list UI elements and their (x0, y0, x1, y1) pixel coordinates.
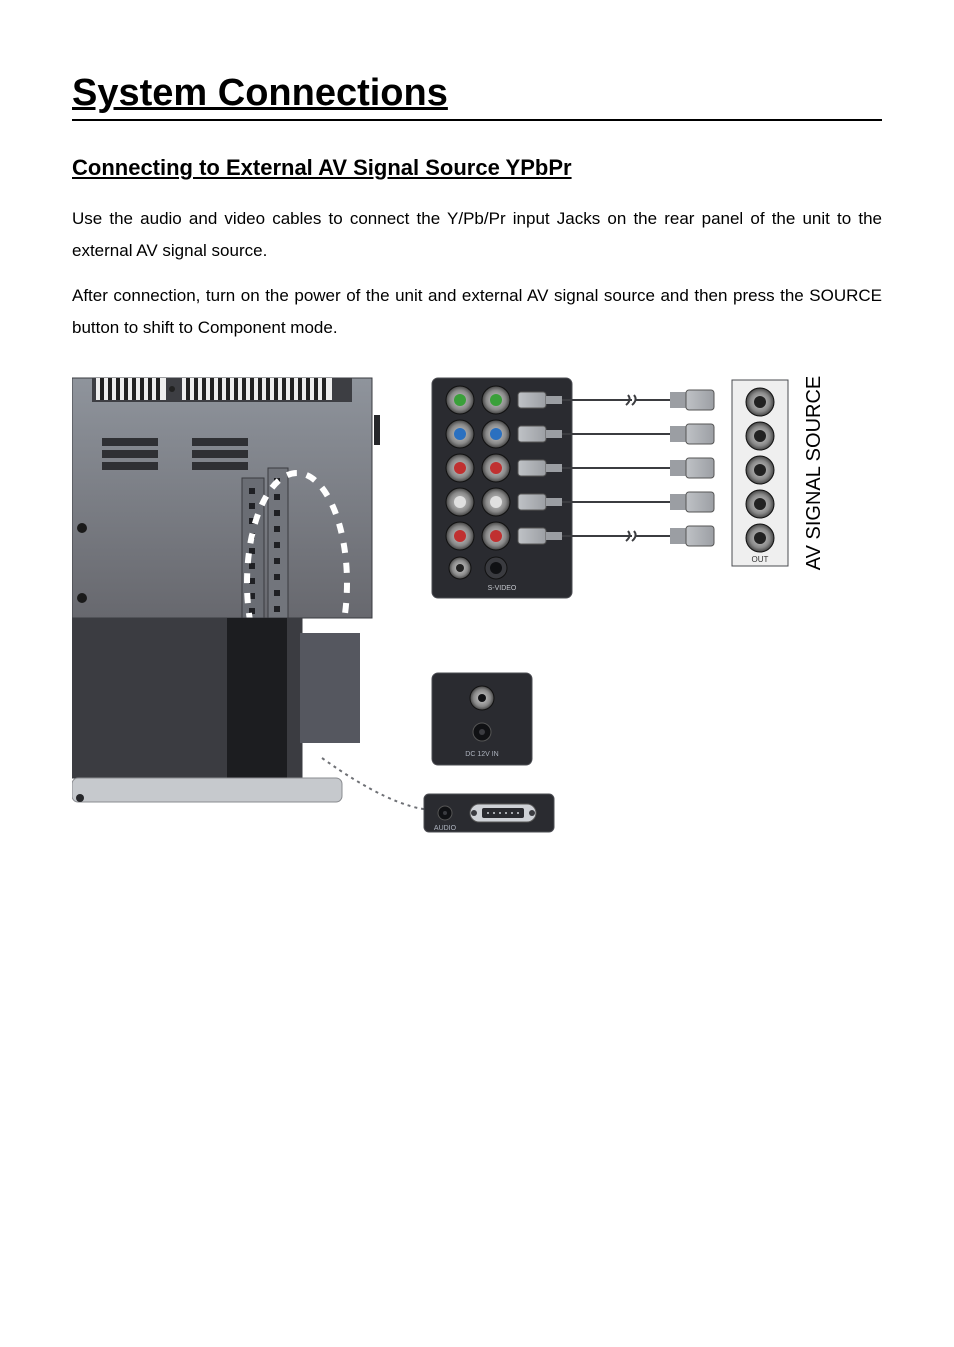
page-title: System Connections (72, 72, 882, 121)
page: System Connections Connecting to Externa… (0, 0, 954, 1347)
tv-stand (72, 618, 440, 814)
tv-bottom-io: AUDIO (424, 794, 554, 832)
audio-label: AUDIO (434, 825, 457, 832)
section-heading: Connecting to External AV Signal Source … (72, 155, 882, 181)
diagram-svg: S-VIDEO (72, 368, 832, 838)
plugs-to-source (670, 390, 714, 546)
paragraph-1: Use the audio and video cables to connec… (72, 203, 882, 268)
dc-in-label: DC 12V IN (465, 751, 498, 758)
cables (562, 395, 670, 541)
source-out-label: OUT (752, 555, 769, 564)
connection-diagram: S-VIDEO (72, 368, 832, 838)
av-source-box: OUT (732, 380, 788, 566)
av-signal-source-label: AV SIGNAL SOURCE (803, 376, 825, 571)
svideo-label: S-VIDEO (488, 585, 517, 592)
tv-lower-panel: DC 12V IN (432, 673, 532, 765)
paragraph-2: After connection, turn on the power of t… (72, 280, 882, 345)
tv-io-panel: S-VIDEO (432, 378, 572, 598)
